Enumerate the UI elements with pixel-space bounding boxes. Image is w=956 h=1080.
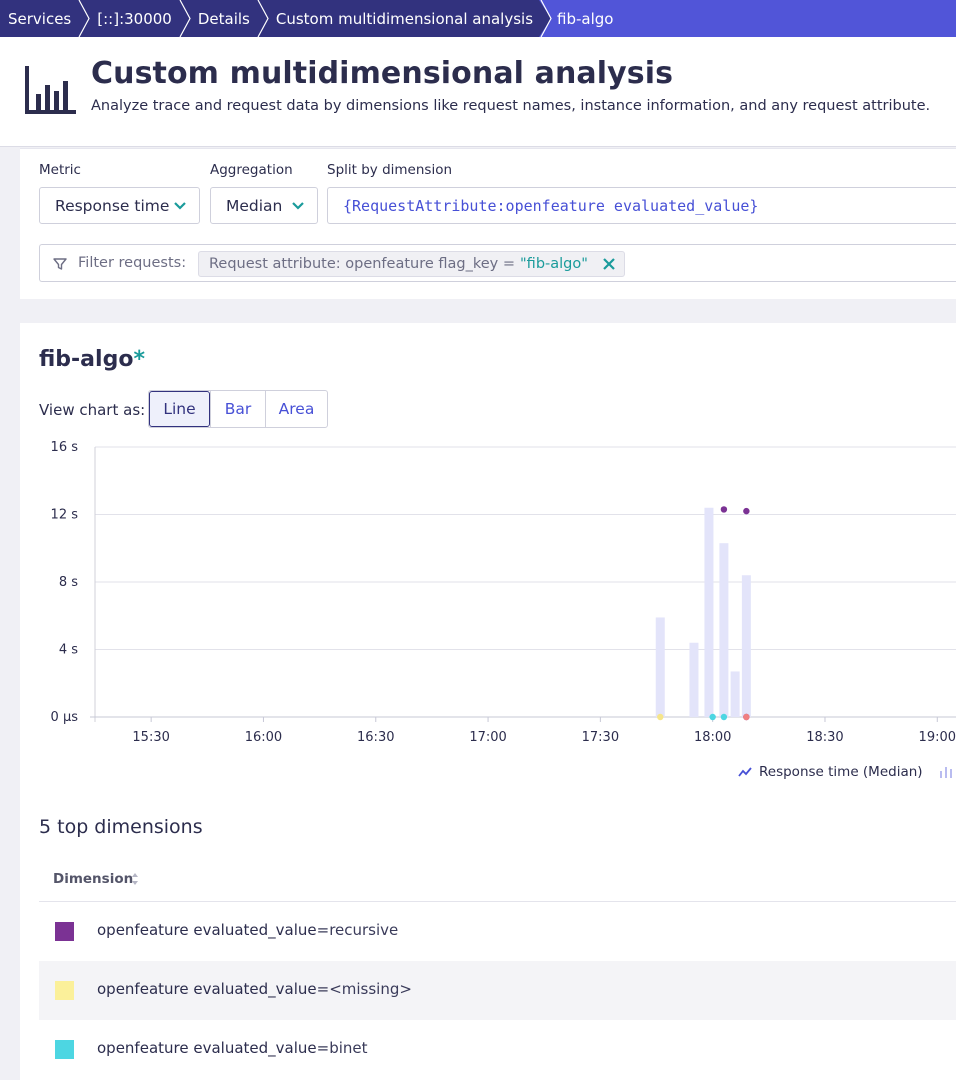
view-area-button[interactable]: Area <box>265 391 327 427</box>
series-point <box>743 507 750 515</box>
request-count-bar <box>689 642 699 717</box>
request-count-bar <box>719 543 729 717</box>
chevron-down-icon <box>174 202 186 210</box>
series-color-swatch <box>55 922 74 941</box>
series-point <box>720 506 728 513</box>
request-count-bar <box>655 617 665 717</box>
breadcrumb-label: fib-algo <box>557 9 614 28</box>
split-label: Split by dimension <box>327 162 453 178</box>
aggregation-label: Aggregation <box>210 162 293 178</box>
metric-value: Response time <box>55 196 170 215</box>
page-subtitle: Analyze trace and request data by dimens… <box>91 98 931 114</box>
x-tick-label: 17:00 <box>469 730 506 745</box>
x-tick-label: 18:30 <box>806 730 843 745</box>
dimension-key: openfeature evaluated_value <box>97 980 317 998</box>
x-tick-label: 18:00 <box>694 730 731 745</box>
filter-icon <box>53 258 67 270</box>
chart-title: fib-algo* <box>39 347 145 372</box>
dimension-value: =recursive <box>316 921 399 939</box>
response-time-chart[interactable]: 0 µs 4 s 8 s 12 s 16 s 15:30 16:00 16:30 17:00 17… <box>20 433 956 763</box>
series-color-swatch <box>55 1040 74 1059</box>
table-row[interactable]: openfeature evaluated_value=binet <box>39 1020 956 1079</box>
breadcrumb-label: Custom multidimensional analysis <box>275 9 534 28</box>
x-tick-label: 15:30 <box>132 730 169 745</box>
request-count-bar <box>704 507 714 717</box>
view-chart-label: View chart as: <box>39 401 146 419</box>
request-count-bar <box>730 671 740 717</box>
filter-label: Filter requests: <box>78 255 187 271</box>
series-point <box>657 713 664 721</box>
breadcrumb-item-host[interactable]: [::]:30000 <box>85 0 191 37</box>
breadcrumb-label: [::]:30000 <box>97 9 172 28</box>
analysis-config-panel: Metric Response time Aggregation Median … <box>20 148 956 299</box>
x-tick-label: 17:30 <box>582 730 619 745</box>
series-point <box>709 713 716 721</box>
x-tick-label: 19:00 <box>919 730 956 745</box>
close-icon[interactable] <box>602 257 616 271</box>
series-point <box>743 713 750 721</box>
breadcrumb-item-analysis[interactable]: Custom multidimensional analysis <box>264 0 552 37</box>
dimension-value: =<missing> <box>316 980 412 998</box>
chevron-down-icon <box>292 202 304 210</box>
page-header: Custom multidimensional analysis Analyze… <box>0 37 956 147</box>
breadcrumb-label: Details <box>197 9 250 28</box>
chart-type-toggle: Line Bar Area <box>148 390 328 428</box>
chevron-right-icon <box>179 0 191 37</box>
y-tick-label: 16 s <box>51 440 79 455</box>
dimension-label: openfeature evaluated_value=binet <box>97 1039 368 1057</box>
line-chart-icon <box>738 767 752 777</box>
column-header-dimension[interactable]: Dimension <box>53 871 133 887</box>
legend-line-label[interactable]: Response time (Median) <box>759 764 923 780</box>
dimensions-table-header: Dimension <box>39 858 956 902</box>
aggregation-value: Median <box>226 196 283 215</box>
series-color-swatch <box>55 981 74 1000</box>
split-dimension-input[interactable]: {RequestAttribute:openfeature evaluated_… <box>327 187 956 224</box>
view-bar-button[interactable]: Bar <box>210 391 265 427</box>
sort-icon[interactable] <box>131 872 139 886</box>
breadcrumb-item-services[interactable]: Services <box>0 0 90 37</box>
page-title: Custom multidimensional analysis <box>91 56 674 91</box>
chart-title-text: fib-algo <box>39 347 134 372</box>
breadcrumb: Services [::]:30000 Details Custom multi… <box>0 0 956 37</box>
y-tick-label: 4 s <box>59 643 78 658</box>
y-tick-label: 12 s <box>51 508 79 523</box>
metric-select[interactable]: Response time <box>39 187 200 224</box>
breadcrumb-label: Services <box>8 9 72 28</box>
metric-label: Metric <box>39 162 81 178</box>
request-count-bar <box>741 575 751 717</box>
bar-chart-icon <box>939 767 952 778</box>
filter-requests-bar[interactable]: Filter requests: Request attribute: open… <box>39 244 956 282</box>
filter-chip[interactable]: Request attribute: openfeature flag_key … <box>198 251 625 277</box>
y-tick-label: 0 µs <box>51 710 79 725</box>
dimension-key: openfeature evaluated_value <box>97 921 317 939</box>
top-dimensions-title: 5 top dimensions <box>39 816 203 838</box>
series-point <box>720 713 728 721</box>
table-row[interactable]: openfeature evaluated_value=recursive <box>39 902 956 961</box>
filter-chip-key: Request attribute: openfeature flag_key … <box>209 256 516 272</box>
aggregation-select[interactable]: Median <box>210 187 318 224</box>
x-tick-label: 16:00 <box>245 730 282 745</box>
y-tick-label: 8 s <box>59 575 78 590</box>
filter-chip-value: "fib-algo" <box>520 256 588 272</box>
breadcrumb-item-details[interactable]: Details <box>186 0 269 37</box>
chevron-right-icon <box>539 0 552 37</box>
dimension-key: openfeature evaluated_value <box>97 1039 317 1057</box>
table-row[interactable]: openfeature evaluated_value=<missing> <box>39 961 956 1020</box>
dimension-value: =binet <box>316 1039 368 1057</box>
chevron-right-icon <box>78 0 90 37</box>
x-tick-label: 16:30 <box>357 730 394 745</box>
dimension-label: openfeature evaluated_value=recursive <box>97 921 398 939</box>
bar-chart-icon <box>25 66 76 114</box>
view-line-button[interactable]: Line <box>149 391 210 427</box>
dimension-label: openfeature evaluated_value=<missing> <box>97 980 412 998</box>
chart-legend: Response time (Median) R <box>738 764 956 780</box>
chart-panel: fib-algo* View chart as: Line Bar Area 0… <box>20 323 956 1080</box>
chevron-right-icon <box>257 0 269 37</box>
unsaved-marker: * <box>133 347 145 372</box>
breadcrumb-item-current: fib-algo <box>539 0 956 37</box>
